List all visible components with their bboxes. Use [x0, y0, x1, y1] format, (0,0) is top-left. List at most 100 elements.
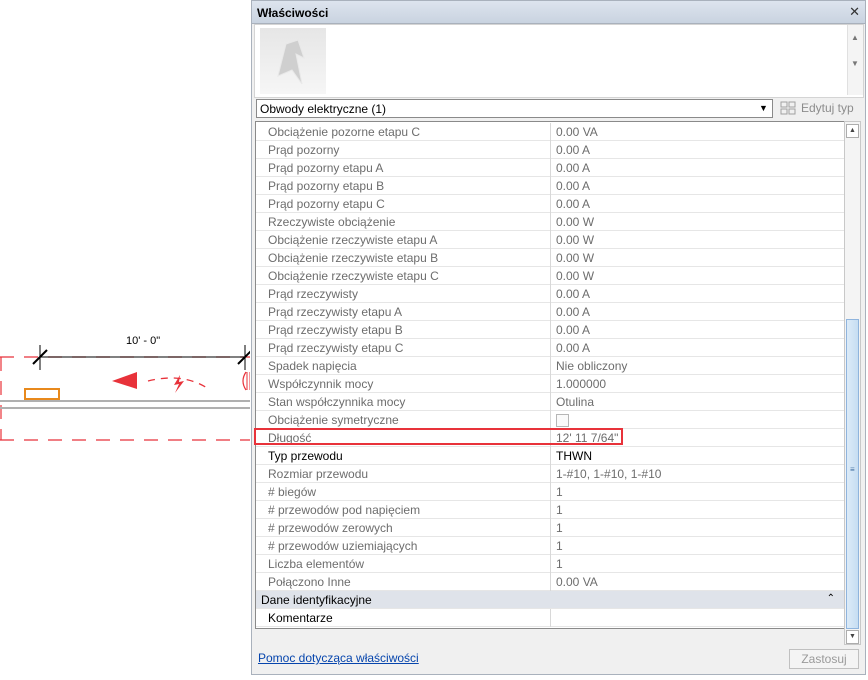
property-value[interactable]: 1: [556, 485, 563, 499]
property-category-row[interactable]: Dane identyfikacyjne ⌃: [256, 591, 845, 609]
property-name: # biegów: [268, 485, 317, 499]
scrollbar-thumb[interactable]: ≡: [846, 319, 859, 629]
properties-palette: Właściwości ✕ ▲ ▼ Obwody elektryczne (1)…: [251, 0, 866, 675]
column-divider: [550, 429, 551, 447]
property-value[interactable]: 0.00 W: [556, 269, 594, 283]
property-row[interactable]: # przewodów pod napięciem 1: [256, 501, 845, 519]
property-value[interactable]: 12' 11 7/64": [556, 431, 618, 445]
property-name: Rzeczywiste obciążenie: [268, 215, 396, 229]
property-name: Prąd rzeczywisty etapu B: [268, 323, 403, 337]
property-value[interactable]: 0.00 A: [556, 197, 590, 211]
property-value[interactable]: 1.000000: [556, 377, 606, 391]
property-value[interactable]: 0.00 VA: [556, 125, 598, 139]
properties-scrollbar[interactable]: ▲ ≡ ▼: [844, 121, 861, 645]
property-row[interactable]: Rzeczywiste obciążenie 0.00 W: [256, 213, 845, 231]
type-thumbnail-icon: [260, 28, 326, 94]
grip-icon: ≡: [850, 465, 855, 474]
property-row[interactable]: Prąd pozorny etapu C 0.00 A: [256, 195, 845, 213]
scroll-down-arrow-icon[interactable]: ▼: [846, 630, 859, 644]
property-value[interactable]: 0.00 A: [556, 179, 590, 193]
property-name: Rozmiar przewodu: [268, 467, 369, 481]
property-name: Prąd pozorny etapu C: [268, 197, 385, 211]
property-value[interactable]: 0.00 W: [556, 251, 594, 265]
category-label: Dane identyfikacyjne: [261, 593, 372, 607]
property-value[interactable]: 0.00 W: [556, 215, 594, 229]
chevron-down-icon[interactable]: ▼: [756, 101, 771, 116]
property-row[interactable]: Obciążenie rzeczywiste etapu B 0.00 W: [256, 249, 845, 267]
property-row[interactable]: Stan współczynnika mocy Otulina: [256, 393, 845, 411]
property-value[interactable]: THWN: [556, 449, 592, 463]
property-row[interactable]: Prąd pozorny etapu B 0.00 A: [256, 177, 845, 195]
property-row[interactable]: Spadek napięcia Nie obliczony: [256, 357, 845, 375]
property-row[interactable]: Długość 12' 11 7/64": [256, 429, 845, 447]
property-row[interactable]: Rozmiar przewodu 1-#10, 1-#10, 1-#10: [256, 465, 845, 483]
property-value[interactable]: 1: [556, 557, 563, 571]
column-divider: [550, 483, 551, 501]
type-selector-dropdown[interactable]: Obwody elektryczne (1) ▼: [256, 99, 773, 118]
scroll-down-arrow-icon[interactable]: ▼: [851, 59, 859, 68]
property-row[interactable]: Typ przewodu THWN: [256, 447, 845, 465]
property-row[interactable]: Liczba elementów 1: [256, 555, 845, 573]
property-value[interactable]: 1: [556, 539, 563, 553]
column-divider: [550, 375, 551, 393]
property-row[interactable]: Prąd pozorny etapu A 0.00 A: [256, 159, 845, 177]
property-row[interactable]: Prąd rzeczywisty etapu A 0.00 A: [256, 303, 845, 321]
property-value[interactable]: 1: [556, 521, 563, 535]
property-row[interactable]: Współczynnik mocy 1.000000: [256, 375, 845, 393]
close-icon[interactable]: ✕: [849, 4, 860, 20]
property-name: Prąd rzeczywisty etapu C: [268, 341, 404, 355]
property-value[interactable]: Otulina: [556, 395, 594, 409]
property-value[interactable]: 0.00 A: [556, 161, 590, 175]
property-value[interactable]: 0.00 A: [556, 143, 590, 157]
column-divider: [550, 447, 551, 465]
property-row[interactable]: Połączono Inne 0.00 VA: [256, 573, 845, 591]
properties-help-link[interactable]: Pomoc dotycząca właściwości: [258, 651, 419, 665]
column-divider: [550, 303, 551, 321]
property-name: Obciążenie rzeczywiste etapu B: [268, 251, 439, 265]
preview-scrollbar[interactable]: ▲ ▼: [847, 25, 863, 95]
column-divider: [550, 519, 551, 537]
property-value[interactable]: 0.00 VA: [556, 575, 598, 589]
property-value[interactable]: Nie obliczony: [556, 359, 627, 373]
scroll-up-arrow-icon[interactable]: ▲: [851, 33, 859, 42]
edit-type-label: Edytuj typ: [801, 101, 854, 115]
property-row[interactable]: Prąd rzeczywisty etapu C 0.00 A: [256, 339, 845, 357]
scroll-up-arrow-icon[interactable]: ▲: [846, 124, 859, 138]
drawing-canvas[interactable]: 10' - 0": [0, 0, 253, 677]
circuit-drawing: [0, 345, 253, 441]
dimension-label: 10' - 0": [126, 335, 161, 347]
property-row[interactable]: Obciążenie rzeczywiste etapu C 0.00 W: [256, 267, 845, 285]
property-row[interactable]: Komentarze: [256, 609, 845, 627]
property-row[interactable]: Prąd rzeczywisty etapu B 0.00 A: [256, 321, 845, 339]
property-row[interactable]: Obciążenie rzeczywiste etapu A 0.00 W: [256, 231, 845, 249]
property-row[interactable]: Prąd rzeczywisty 0.00 A: [256, 285, 845, 303]
property-row[interactable]: # przewodów uziemiających 1: [256, 537, 845, 555]
type-selector-value: Obwody elektryczne (1): [260, 102, 387, 116]
property-value[interactable]: 0.00 A: [556, 323, 590, 337]
property-value[interactable]: 0.00 A: [556, 305, 590, 319]
property-row[interactable]: Prąd pozorny 0.00 A: [256, 141, 845, 159]
property-value[interactable]: 0.00 A: [556, 341, 590, 355]
property-row[interactable]: # przewodów zerowych 1: [256, 519, 845, 537]
property-value[interactable]: 1-#10, 1-#10, 1-#10: [556, 467, 661, 481]
property-name: Prąd pozorny etapu A: [268, 161, 384, 175]
property-name: Długość: [268, 431, 312, 445]
property-name: Współczynnik mocy: [268, 377, 374, 391]
properties-grid[interactable]: Obciążenie pozorne etapu C 0.00 VA Prąd po…: [255, 121, 845, 629]
apply-button[interactable]: Zastosuj: [789, 649, 859, 669]
property-name: # przewodów pod napięciem: [268, 503, 421, 517]
edit-type-icon: [780, 101, 796, 115]
property-name: Obciążenie symetryczne: [268, 413, 399, 427]
property-value[interactable]: 0.00 W: [556, 233, 594, 247]
property-checkbox[interactable]: [556, 414, 569, 427]
property-value[interactable]: 0.00 A: [556, 287, 590, 301]
type-preview: ▲ ▼: [254, 24, 864, 98]
column-divider: [550, 231, 551, 249]
property-row[interactable]: # biegów 1: [256, 483, 845, 501]
collapse-icon[interactable]: ⌃: [827, 593, 835, 604]
property-name: Prąd pozorny etapu B: [268, 179, 385, 193]
property-row[interactable]: Obciążenie symetryczne: [256, 411, 845, 429]
property-row[interactable]: Obciążenie pozorne etapu C 0.00 VA: [256, 123, 845, 141]
property-name: Obciążenie rzeczywiste etapu A: [268, 233, 438, 247]
property-value[interactable]: 1: [556, 503, 563, 517]
